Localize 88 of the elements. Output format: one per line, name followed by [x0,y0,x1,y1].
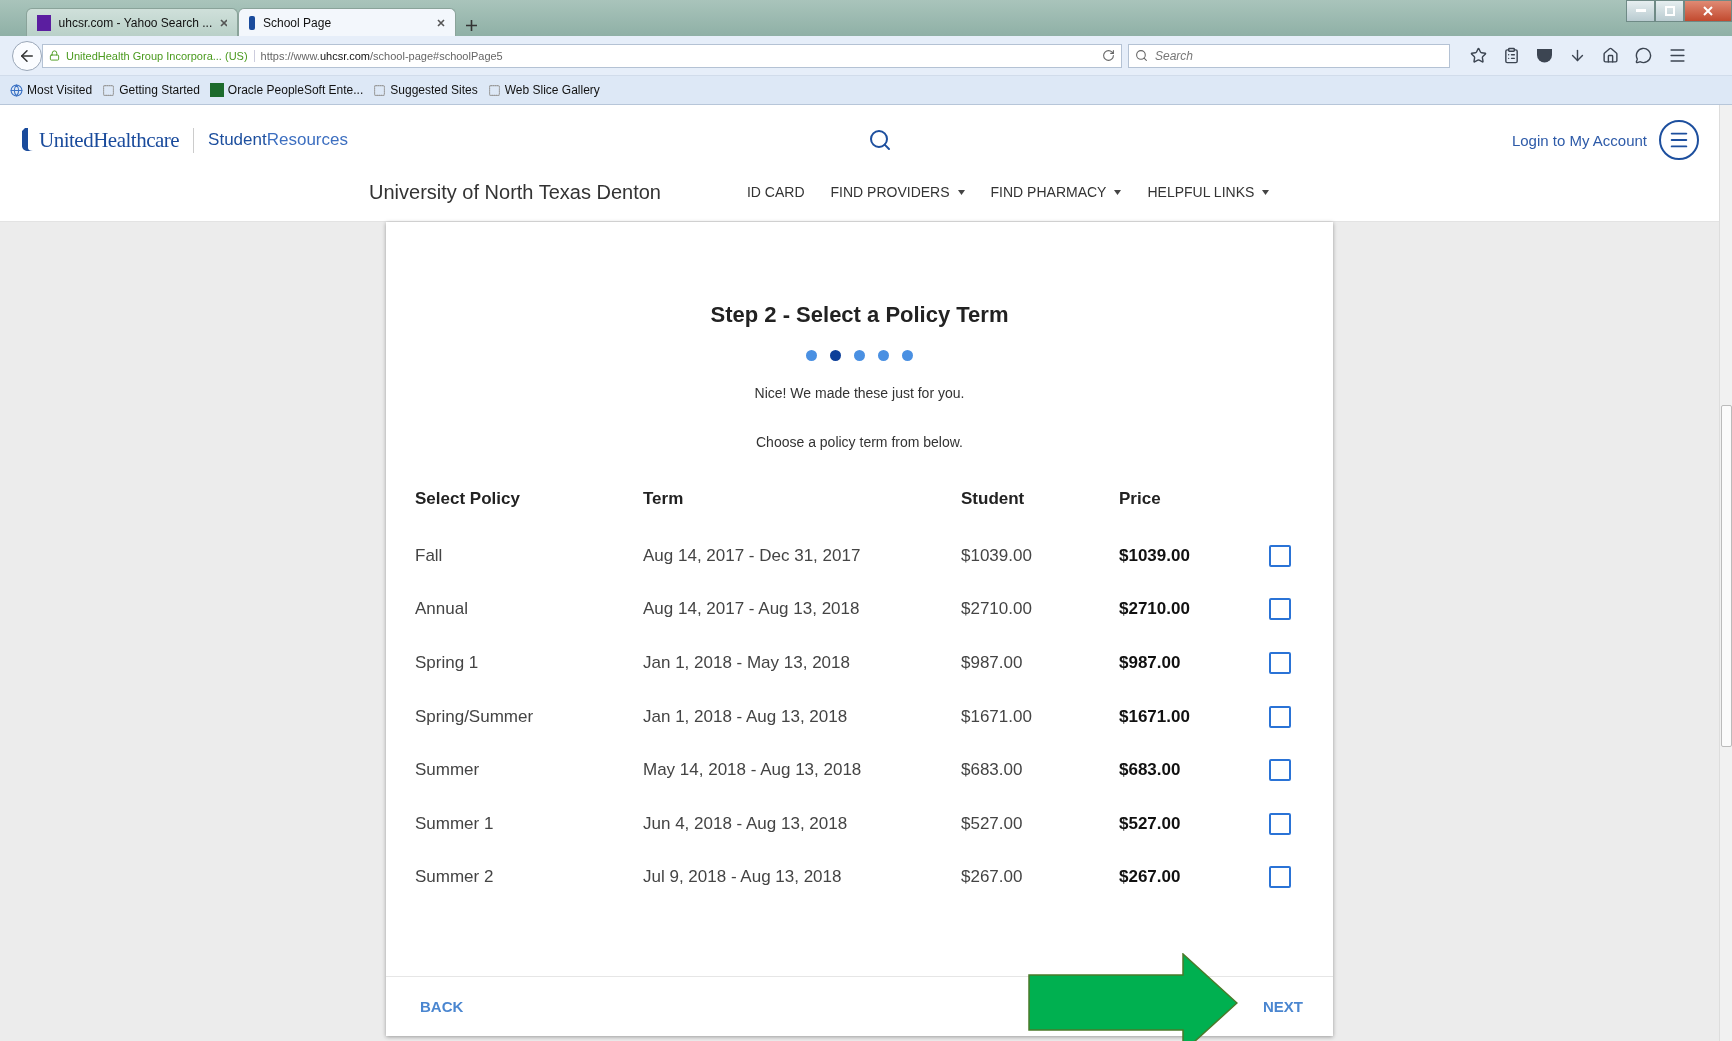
bookmark-link[interactable]: Suggested Sites [390,83,478,97]
download-icon[interactable] [1569,47,1586,64]
clipboard-icon[interactable] [1503,47,1520,64]
home-icon[interactable] [1602,47,1619,64]
back-button[interactable] [12,40,42,71]
term-dates: Jul 9, 2018 - Aug 13, 2018 [643,867,842,888]
next-button[interactable]: NEXT [1263,992,1303,1021]
page-icon [373,83,387,97]
term-dates: Jan 1, 2018 - Aug 13, 2018 [643,706,848,727]
nav-link[interactable]: FIND PROVIDERS [830,184,965,200]
student-price: $527.00 [961,813,1023,834]
policy-checkbox[interactable] [1269,812,1291,835]
policy-name: Summer [415,760,480,781]
total-price: $1039.00 [1119,545,1190,566]
policy-checkbox[interactable] [1269,759,1291,782]
bookmark-link[interactable]: Web Slice Gallery [504,83,600,97]
address-field[interactable]: UnitedHealth Group Incorpora... (US) https://www.uhcsr.com/school-page#schoolPage5 [42,43,1122,68]
total-price: $683.00 [1119,760,1181,781]
page-icon [487,83,501,97]
chat-icon[interactable] [1635,47,1652,64]
reload-icon[interactable] [1102,49,1115,62]
policy-name: Spring 1 [415,653,479,673]
search-box[interactable]: Search [1128,43,1450,68]
close-icon[interactable] [1684,0,1732,22]
intro-text: Choose a policy term from below. [756,434,963,450]
policy-checkbox[interactable] [1269,866,1291,889]
search-icon[interactable] [867,128,892,152]
student-price: $683.00 [961,760,1023,781]
school-name: University of North Texas Denton [369,180,661,204]
step-title: Step 2 - Select a Policy Term [710,302,1009,328]
total-price: $1671.00 [1119,706,1190,727]
policy-checkbox[interactable] [1269,705,1291,728]
brand-logo[interactable]: UnitedHealthcare [39,127,195,153]
column-header: Term [643,489,684,508]
logo-icon [22,128,33,152]
globe-icon [10,83,23,97]
restore-icon[interactable] [1655,0,1684,22]
total-price: $527.00 [1119,813,1181,834]
minimize-icon[interactable] [1626,0,1655,22]
close-icon[interactable] [437,18,445,27]
term-dates: Aug 14, 2017 - Aug 13, 2018 [643,599,860,620]
term-dates: Aug 14, 2017 - Dec 31, 2017 [643,545,861,566]
intro-text: Nice! We made these just for you. [754,385,965,401]
student-price: $267.00 [961,867,1023,888]
menu-icon[interactable] [1668,46,1687,65]
bookmark-link[interactable]: Oracle PeopleSoft Ente... [227,83,364,97]
bookmark-link[interactable]: Getting Started [119,83,200,97]
favicon-icon [37,14,51,31]
policy-name: Summer 2 [415,867,494,888]
scrollbar-thumb[interactable] [1720,405,1732,747]
nav-link[interactable]: HELPFUL LINKS [1147,184,1270,200]
lock-icon [49,50,60,61]
bookmark-icon [209,83,224,97]
policy-name: Annual [415,599,468,620]
term-dates: May 14, 2018 - Aug 13, 2018 [643,760,862,781]
policy-name: Summer 1 [415,813,494,834]
menu-button[interactable] [1659,120,1699,160]
back-button[interactable]: BACK [420,992,464,1021]
page-icon [102,83,116,97]
policy-checkbox[interactable] [1269,598,1291,621]
close-icon[interactable] [220,18,227,27]
search-icon [1135,49,1148,62]
student-price: $1671.00 [961,706,1032,727]
star-icon[interactable] [1470,47,1487,64]
policy-name: Spring/Summer [415,706,534,727]
total-price: $987.00 [1119,653,1181,673]
column-header: Price [1119,489,1161,508]
nav-link[interactable]: ID CARD [747,184,805,200]
policy-checkbox[interactable] [1269,544,1291,567]
plus-icon[interactable] [466,20,477,31]
browser-tab[interactable]: uhcsr.com - Yahoo Search ... [26,8,238,36]
term-dates: Jan 1, 2018 - May 13, 2018 [643,653,850,673]
section-title: StudentResources [208,130,348,150]
student-price: $1039.00 [961,545,1032,566]
total-price: $267.00 [1119,867,1181,888]
favicon-icon [249,15,255,30]
bookmark-link[interactable]: Most Visited [27,83,93,97]
policy-checkbox[interactable] [1269,652,1291,674]
policy-name: Fall [415,545,443,566]
column-header: Student [961,489,1025,508]
browser-tab[interactable]: School Page [238,8,456,36]
term-dates: Jun 4, 2018 - Aug 13, 2018 [643,813,848,834]
login-link[interactable]: Login to My Account [1511,131,1647,149]
nav-link[interactable]: FIND PHARMACY [990,184,1122,200]
total-price: $2710.00 [1119,599,1190,620]
student-price: $2710.00 [961,599,1032,620]
student-price: $987.00 [961,653,1023,673]
column-header: Select Policy [415,489,520,508]
